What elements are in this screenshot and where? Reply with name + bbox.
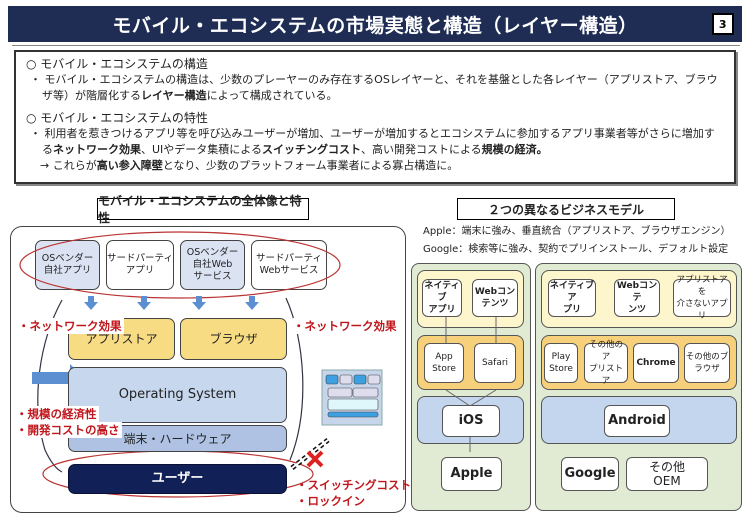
label: OEM [653, 474, 681, 488]
divider [12, 45, 740, 46]
content-ellipse [19, 231, 341, 299]
user-layer: ユーザー [68, 464, 287, 494]
text: → これらが [40, 159, 97, 172]
label: その他のア [588, 340, 623, 362]
text: によって構成されている。 [206, 89, 338, 102]
high-dev-cost-label: ・開発コストの高さ [14, 422, 122, 438]
google-description: Google：検索等に強み、契約でプリインストール、デフォルト設定 [423, 244, 729, 255]
page-number: 3 [712, 13, 734, 35]
label: プリストア [588, 364, 623, 386]
page-title: モバイル・エコシステムの市場実態と構造（レイヤー構造） [112, 14, 638, 37]
label: App [435, 352, 453, 362]
label: その他 [648, 460, 685, 474]
app-store-box: App Store [424, 343, 464, 383]
other-ecosystem-icon [321, 369, 383, 426]
label: テンツ [481, 299, 509, 309]
safari-box: Safari [474, 343, 516, 383]
right-diagram-title: ２つの異なるビジネスモデル [457, 198, 675, 220]
label: Store [549, 364, 573, 374]
economies-of-scale-label: ・規模の経済性 [14, 406, 99, 422]
down-arrow-icon [137, 296, 151, 310]
google-maker-box: Google [561, 457, 619, 491]
google-web-content-box: Webコンテンツ [614, 279, 660, 317]
summary-box: ○ モバイル・エコシステムの構造 ・ モバイル・エコシステムの構造は、少数のプレ… [14, 50, 736, 184]
label: ネイティブア [549, 281, 595, 303]
label: ラウザ [694, 364, 720, 374]
label: 介さないアプリ [676, 299, 728, 321]
label: Play [551, 352, 571, 362]
section2-conclusion: → これらが高い参入障壁となり、少数のプラットフォーム事業者による寡占構造に。 [26, 158, 724, 174]
network-effect-left-label: ・ネットワーク効果 [16, 318, 124, 334]
non-store-app-box: アプリストアを 介さないアプリ [673, 275, 731, 321]
ios-box: iOS [442, 405, 500, 437]
emphasis: ネットワーク効果 [53, 143, 141, 156]
emphasis: 規模の経済。 [481, 143, 548, 156]
down-arrow-icon [84, 296, 98, 310]
text: ・ モバイル・エコシステムの構造は、少数のプレーヤーのみ存在するOSレイヤーと、… [30, 73, 718, 102]
apple-description: Apple：端末に強み、垂直統合（アプリストア、ブラウザエンジン） [423, 226, 731, 237]
label: Webコンテ [616, 281, 658, 303]
apple-maker-box: Apple [441, 457, 502, 491]
chrome-box: Chrome [633, 343, 679, 383]
android-box: Android [604, 405, 670, 437]
emphasis: レイヤー構造 [141, 89, 207, 102]
browser-layer: ブラウザ [180, 318, 287, 360]
emphasis: スイッチングコスト [261, 143, 361, 156]
emphasis: 高い参入障壁 [96, 159, 163, 172]
switching-cost-label: ・スイッチングコスト [296, 478, 411, 492]
google-native-app-box: ネイティブア プリ [548, 279, 596, 317]
other-browser-box: その他のブ ラウザ [684, 343, 730, 383]
title-bar: モバイル・エコシステムの市場実態と構造（レイヤー構造） 3 [8, 6, 742, 42]
text: となり、少数のプラットフォーム事業者による寡占構造に。 [162, 159, 459, 172]
label: その他のブ [685, 352, 729, 362]
label: プリ [562, 305, 581, 315]
play-store-box: Play Store [544, 343, 578, 383]
text: 、UIやデータ集積による [141, 143, 262, 156]
other-oem-box: その他 OEM [626, 457, 708, 491]
label: Webコン [474, 287, 516, 297]
apple-native-app-box: ネイティブ アプリ [422, 279, 462, 317]
label: Store [432, 364, 456, 374]
network-effect-right-label: ・ネットワーク効果 [293, 318, 397, 334]
section2-bullet: ・ 利用者を惹きつけるアプリ等を呼び込みユーザーが増加、ユーザーが増加するとエコ… [26, 126, 724, 158]
label: ネイティブ [424, 281, 460, 303]
text: 、高い開発コストによる [360, 143, 482, 156]
down-arrow-icon [245, 296, 259, 310]
os-layer: Operating System [68, 367, 287, 423]
label: アプリ [428, 305, 456, 315]
lock-in-label: ・ロックイン [296, 494, 365, 508]
left-diagram-title: モバイル・エコシステムの全体像と特性 [97, 194, 309, 225]
label: アプリストアを [676, 275, 728, 297]
x-mark-icon [306, 450, 324, 468]
section1-bullet: ・ モバイル・エコシステムの構造は、少数のプレーヤーのみ存在するOSレイヤーと、… [26, 72, 724, 104]
section2-heading: ○ モバイル・エコシステムの特性 [26, 111, 208, 125]
other-app-store-box: その他のア プリストア [584, 340, 628, 386]
section1-heading: ○ モバイル・エコシステムの構造 [26, 57, 208, 71]
apple-web-content-box: Webコンテンツ [472, 279, 518, 317]
label: ンツ [627, 305, 646, 315]
